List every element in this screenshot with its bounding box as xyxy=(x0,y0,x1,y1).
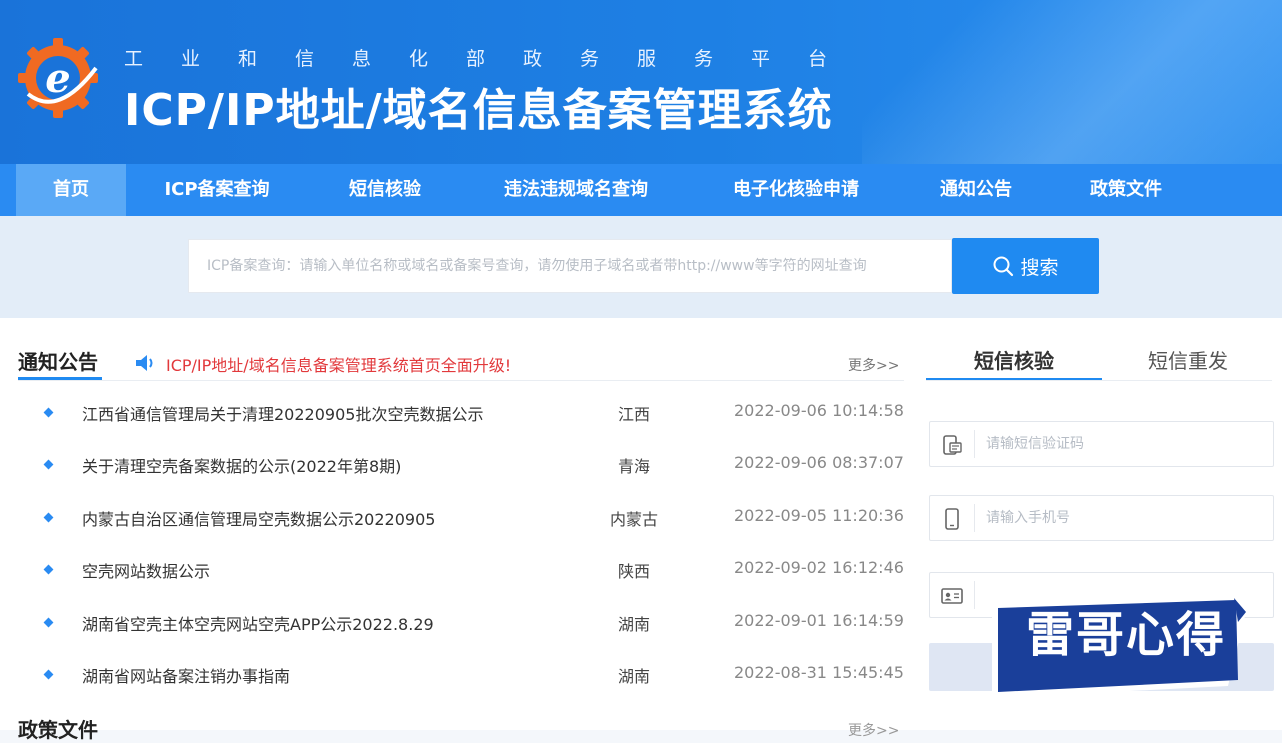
site-header: e 工业和信息化部政务服务平台 ICP/IP地址/域名信息备案管理系统 xyxy=(0,0,1282,164)
field-separator xyxy=(974,504,975,532)
notice-region: 青海 xyxy=(617,457,650,476)
bullet-icon xyxy=(43,669,54,680)
notice-highlight-link[interactable]: ICP/IP地址/域名信息备案管理系统首页全面升级! xyxy=(166,352,511,376)
notice-date: 2022-09-06 10:14:58 xyxy=(734,401,904,420)
bullet-icon xyxy=(43,617,54,628)
header-title: ICP/IP地址/域名信息备案管理系统 xyxy=(124,85,833,136)
notice-title[interactable]: 内蒙古自治区通信管理局空壳数据公示20220905 xyxy=(82,506,435,530)
notice-row[interactable]: 关于清理空壳备案数据的公示(2022年第8期) 青海 2022-09-06 08… xyxy=(0,453,910,505)
notices-title[interactable]: 通知公告 xyxy=(18,346,98,375)
megaphone-icon xyxy=(136,355,153,371)
field-separator xyxy=(974,430,975,458)
nav-policy[interactable]: 政策文件 xyxy=(1064,164,1188,216)
notice-row[interactable]: 湖南省空壳主体空壳网站空壳APP公示2022.8.29 湖南 2022-09-0… xyxy=(0,611,910,663)
notice-date: 2022-08-31 15:45:45 xyxy=(734,663,904,682)
policy-title[interactable]: 政策文件 xyxy=(18,714,98,743)
notice-title[interactable]: 湖南省网站备案注销办事指南 xyxy=(82,663,290,687)
nav-sms-verify[interactable]: 短信核验 xyxy=(322,164,448,216)
sms-code-placeholder: 请输短信验证码 xyxy=(986,436,1084,452)
notices-divider xyxy=(18,380,904,381)
policy-more-link[interactable]: 更多>> xyxy=(848,720,899,740)
field-separator xyxy=(974,581,975,609)
sms-code-field[interactable]: 请输短信验证码 xyxy=(929,421,1274,467)
search-icon xyxy=(993,256,1014,277)
nav-home[interactable]: 首页 xyxy=(16,164,126,216)
notice-title[interactable]: 关于清理空壳备案数据的公示(2022年第8期) xyxy=(82,453,401,477)
search-button-label: 搜索 xyxy=(1020,256,1059,279)
watermark-text: 雷哥心得 xyxy=(1025,607,1226,663)
phone-placeholder: 请输入手机号 xyxy=(986,510,1070,526)
phone-field[interactable]: 请输入手机号 xyxy=(929,495,1274,541)
nav-e-verify-apply[interactable]: 电子化核验申请 xyxy=(708,164,884,216)
nav-illegal-domain-query[interactable]: 违法违规域名查询 xyxy=(478,164,674,216)
notice-date: 2022-09-06 08:37:07 xyxy=(734,453,904,472)
header-subtitle: 工业和信息化部政务服务平台 xyxy=(124,48,866,70)
bullet-icon xyxy=(43,564,54,575)
notice-title[interactable]: 江西省通信管理局关于清理20220905批次空壳数据公示 xyxy=(82,401,483,425)
main-nav: 首页 ICP备案查询 短信核验 违法违规域名查询 电子化核验申请 通知公告 政策… xyxy=(0,164,1282,216)
notice-region: 湖南 xyxy=(617,667,650,686)
notice-region: 江西 xyxy=(617,405,650,424)
tab-divider xyxy=(926,380,1272,381)
tab-sms-verify[interactable]: 短信核验 xyxy=(926,345,1102,374)
bullet-icon xyxy=(43,407,54,418)
notice-title[interactable]: 空壳网站数据公示 xyxy=(82,558,210,582)
notice-region: 陕西 xyxy=(617,562,650,581)
notice-date: 2022-09-01 16:14:59 xyxy=(734,611,904,630)
notice-row[interactable]: 湖南省网站备案注销办事指南 湖南 2022-08-31 15:45:45 xyxy=(0,663,910,715)
bullet-icon xyxy=(43,459,54,470)
search-input[interactable]: ICP备案查询：请输入单位名称或域名或备案号查询，请勿使用子域名或者带http:… xyxy=(188,239,952,293)
notice-date: 2022-09-02 16:12:46 xyxy=(734,558,904,577)
bullet-icon xyxy=(43,512,54,523)
notice-row[interactable]: 内蒙古自治区通信管理局空壳数据公示20220905 内蒙古 2022-09-05… xyxy=(0,506,910,558)
notice-title[interactable]: 湖南省空壳主体空壳网站空壳APP公示2022.8.29 xyxy=(82,611,434,635)
notice-region: 内蒙古 xyxy=(609,510,658,529)
phone-icon xyxy=(945,508,959,530)
notice-region: 湖南 xyxy=(617,615,650,634)
header-decoration xyxy=(862,0,1282,164)
notice-row[interactable]: 空壳网站数据公示 陕西 2022-09-02 16:12:46 xyxy=(0,558,910,610)
sms-code-icon xyxy=(943,435,962,455)
nav-icp-query[interactable]: ICP备案查询 xyxy=(140,164,294,216)
notice-date: 2022-09-05 11:20:36 xyxy=(734,506,904,525)
tab-sms-resend[interactable]: 短信重发 xyxy=(1108,345,1268,374)
notices-more-link[interactable]: 更多>> xyxy=(848,355,899,375)
id-card-icon xyxy=(941,588,963,604)
notice-row[interactable]: 江西省通信管理局关于清理20220905批次空壳数据公示 江西 2022-09-… xyxy=(0,401,910,453)
miit-logo-icon[interactable]: e xyxy=(14,34,102,122)
nav-notices[interactable]: 通知公告 xyxy=(914,164,1038,216)
search-button[interactable]: 搜索 xyxy=(952,238,1099,294)
